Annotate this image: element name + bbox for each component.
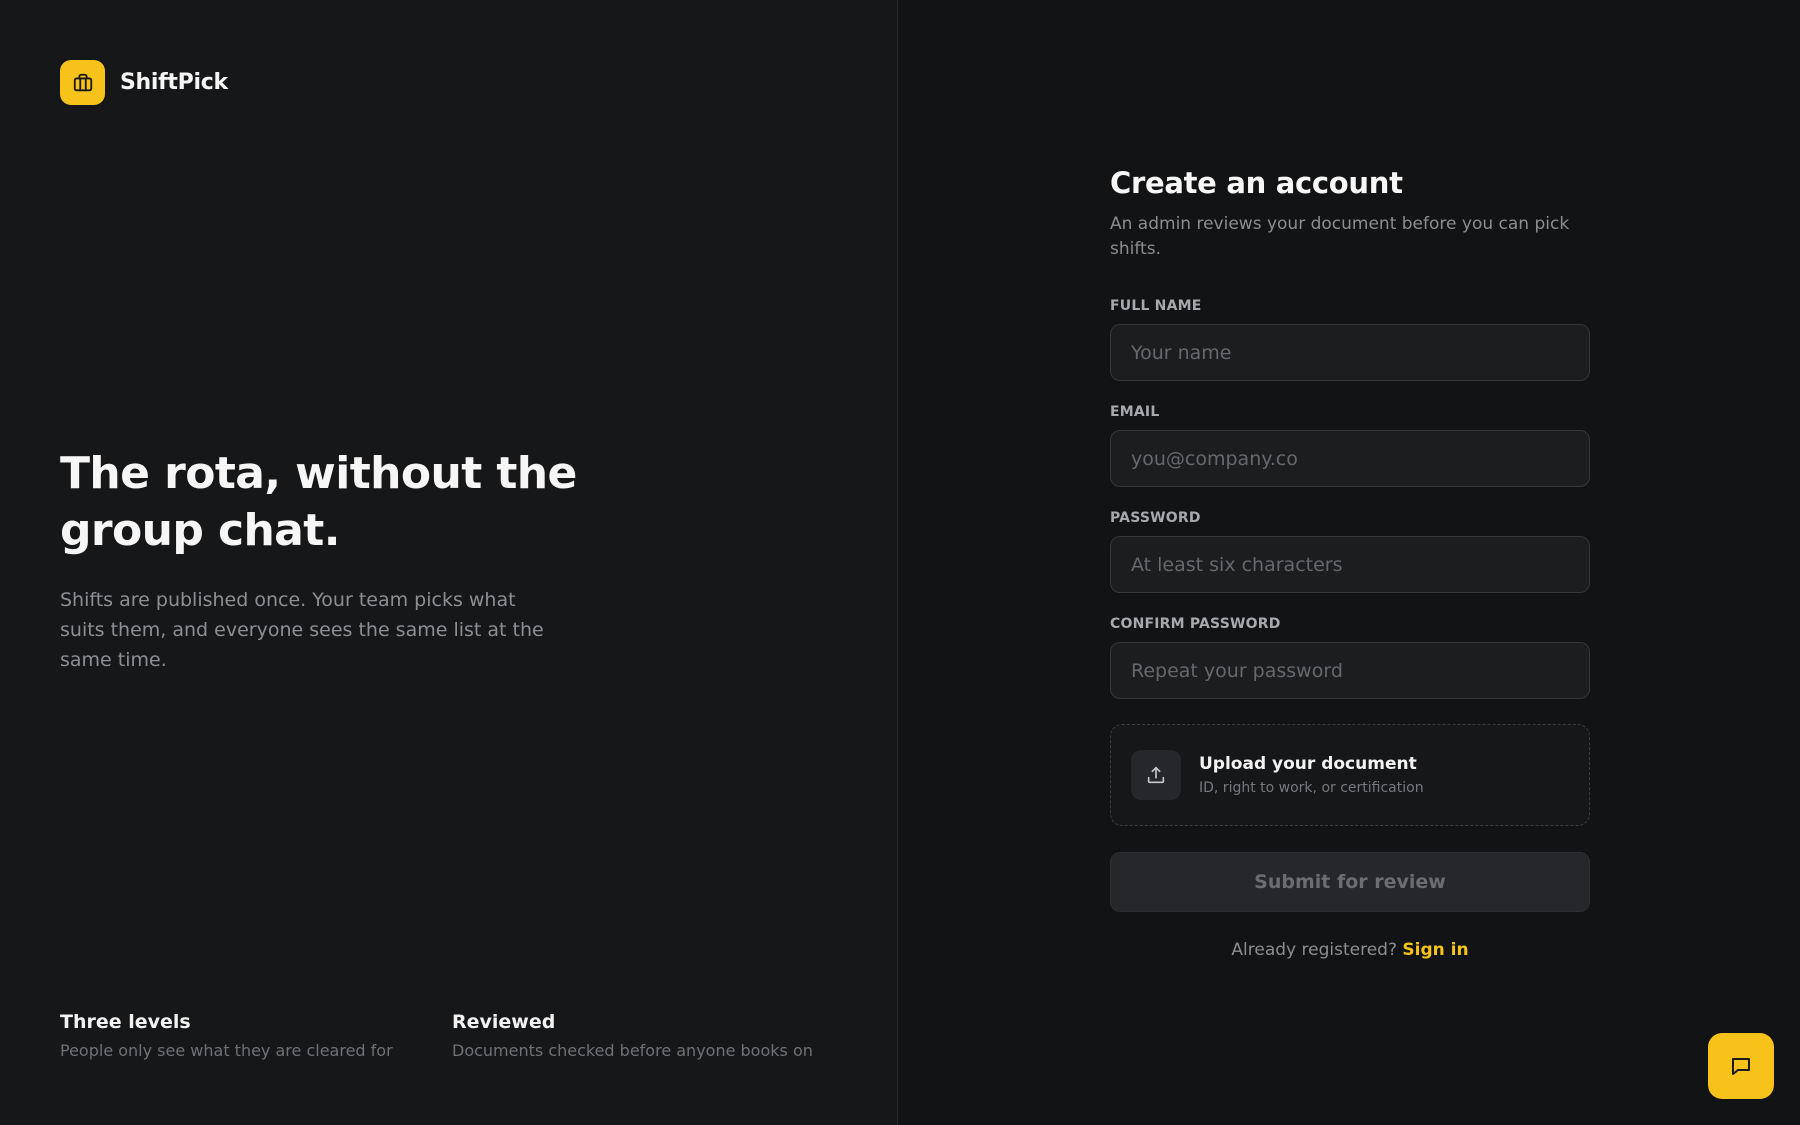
left-panel: ShiftPick The rota, without the group ch… — [0, 0, 898, 1125]
brand-name: ShiftPick — [120, 70, 228, 95]
form-subtitle: An admin reviews your document before yo… — [1110, 214, 1570, 259]
confirm-password-label: CONFIRM PASSWORD — [1110, 616, 1281, 632]
email-label: EMAIL — [1110, 404, 1160, 420]
password-label: PASSWORD — [1110, 510, 1201, 526]
upload-title: Upload your document — [1199, 754, 1417, 774]
upload-text: Upload your document ID, right to work, … — [1199, 754, 1424, 796]
upload-icon — [1147, 766, 1165, 784]
confirm-password-input[interactable] — [1110, 642, 1590, 699]
feature-title: Three levels — [60, 1011, 191, 1033]
feature-description: Documents checked before anyone books on — [452, 1041, 813, 1060]
full-name-group: FULL NAME — [1110, 298, 1590, 381]
chat-bubble-icon — [1732, 1058, 1750, 1075]
hero: The rota, without the group chat. Shifts… — [60, 445, 580, 675]
confirm-password-group: CONFIRM PASSWORD — [1110, 616, 1590, 699]
full-name-input[interactable] — [1110, 324, 1590, 381]
brand[interactable]: ShiftPick — [60, 60, 228, 105]
form-title: Create an account — [1110, 166, 1403, 200]
submit-for-review-button[interactable]: Submit for review — [1110, 852, 1590, 912]
email-group: EMAIL — [1110, 404, 1590, 487]
sign-in-link[interactable]: Sign in — [1402, 940, 1468, 960]
signin-row: Already registered? Sign in — [1110, 940, 1590, 960]
chat-button[interactable] — [1708, 1033, 1774, 1099]
full-name-label: FULL NAME — [1110, 298, 1202, 314]
hero-description: Shifts are published once. Your team pic… — [60, 589, 544, 671]
briefcase-icon — [73, 73, 92, 91]
feature-description: People only see what they are cleared fo… — [60, 1041, 393, 1060]
feature-three-levels: Three levels People only see what they a… — [60, 1011, 393, 1060]
password-group: PASSWORD — [1110, 510, 1590, 593]
upload-icon-box — [1131, 750, 1181, 800]
signin-prompt: Already registered? — [1231, 940, 1397, 960]
signup-form: Create an account An admin reviews your … — [1110, 166, 1590, 960]
email-input[interactable] — [1110, 430, 1590, 487]
password-input[interactable] — [1110, 536, 1590, 593]
feature-title: Reviewed — [452, 1011, 556, 1033]
hero-title: The rota, without the group chat. — [60, 448, 577, 556]
document-upload-dropzone[interactable]: Upload your document ID, right to work, … — [1110, 724, 1590, 826]
brand-logo — [60, 60, 105, 105]
feature-reviewed: Reviewed Documents checked before anyone… — [452, 1011, 813, 1060]
upload-hint: ID, right to work, or certification — [1199, 780, 1424, 796]
